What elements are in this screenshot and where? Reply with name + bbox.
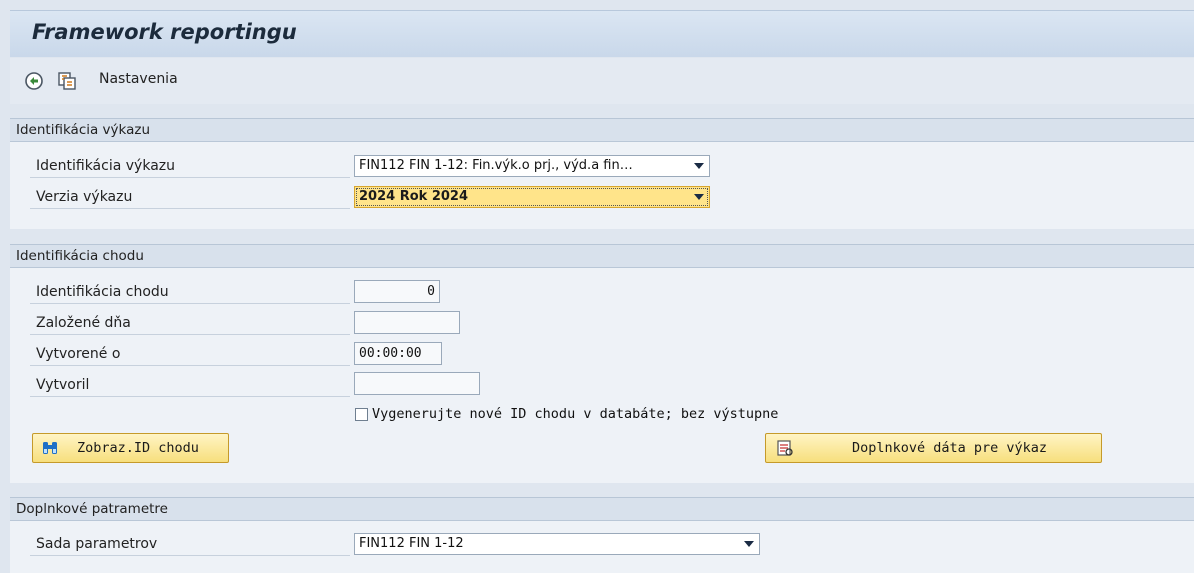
row-divider bbox=[30, 334, 350, 335]
report-version-label: Verzia výkazu bbox=[36, 189, 133, 205]
report-id-combobox[interactable]: FIN112 FIN 1-12: Fin.výk.o prj., výd.a f… bbox=[354, 155, 710, 177]
new-run-id-checkbox[interactable] bbox=[355, 408, 368, 421]
chevron-down-icon[interactable] bbox=[694, 194, 704, 200]
created-at-field[interactable]: 00:00:00 bbox=[354, 342, 442, 365]
additional-data-button-label: Doplnkové dáta pre výkaz bbox=[852, 440, 1048, 456]
chevron-down-icon[interactable] bbox=[744, 541, 754, 547]
report-version-combobox[interactable]: 2024 Rok 2024 bbox=[354, 186, 710, 208]
row-divider bbox=[30, 365, 350, 366]
row-divider bbox=[30, 208, 350, 209]
created-by-label: Vytvoril bbox=[36, 377, 90, 393]
page-title: Framework reportingu bbox=[32, 20, 297, 44]
created-on-label: Založené dňa bbox=[36, 315, 131, 331]
created-by-field[interactable] bbox=[354, 372, 480, 395]
execute-icon[interactable] bbox=[24, 71, 44, 91]
row-divider bbox=[30, 177, 350, 178]
report-version-value: 2024 Rok 2024 bbox=[359, 189, 469, 204]
row-divider bbox=[30, 555, 350, 556]
binoculars-icon bbox=[43, 442, 57, 454]
param-set-combobox[interactable]: FIN112 FIN 1-12 bbox=[354, 533, 760, 555]
report-identification-section: Identifikácia výkazu Identifikácia výkaz… bbox=[10, 118, 1194, 229]
run-identification-section: Identifikácia chodu Identifikácia chodu … bbox=[10, 244, 1194, 483]
section-header-run: Identifikácia chodu bbox=[10, 245, 1194, 268]
report-detail-icon bbox=[777, 440, 793, 456]
settings-button[interactable]: Nastavenia bbox=[99, 71, 178, 87]
section-header-params: Doplnkové patrametre bbox=[10, 498, 1194, 521]
row-divider bbox=[30, 396, 350, 397]
show-run-id-button[interactable]: Zobraz.ID chodu bbox=[32, 433, 229, 463]
created-at-label: Vytvorené o bbox=[36, 346, 121, 362]
report-id-label: Identifikácia výkazu bbox=[36, 158, 175, 174]
variant-icon[interactable] bbox=[57, 71, 77, 91]
param-set-value: FIN112 FIN 1-12 bbox=[359, 536, 464, 551]
new-run-id-checkbox-label[interactable]: Vygenerujte nové ID chodu v databáte; be… bbox=[372, 406, 778, 422]
additional-parameters-section: Doplnkové patrametre Sada parametrov FIN… bbox=[10, 497, 1194, 573]
param-set-label: Sada parametrov bbox=[36, 536, 158, 552]
run-id-label: Identifikácia chodu bbox=[36, 284, 169, 300]
run-id-field[interactable]: 0 bbox=[354, 280, 440, 303]
report-id-value: FIN112 FIN 1-12: Fin.výk.o prj., výd.a f… bbox=[359, 158, 633, 173]
chevron-down-icon[interactable] bbox=[694, 163, 704, 169]
section-header-report: Identifikácia výkazu bbox=[10, 119, 1194, 142]
created-on-field[interactable] bbox=[354, 311, 460, 334]
additional-data-button[interactable]: Doplnkové dáta pre výkaz bbox=[765, 433, 1102, 463]
application-toolbar: Nastavenia bbox=[10, 58, 1194, 104]
row-divider bbox=[30, 303, 350, 304]
title-bar: Framework reportingu bbox=[10, 10, 1194, 57]
show-run-id-button-label: Zobraz.ID chodu bbox=[77, 440, 199, 456]
